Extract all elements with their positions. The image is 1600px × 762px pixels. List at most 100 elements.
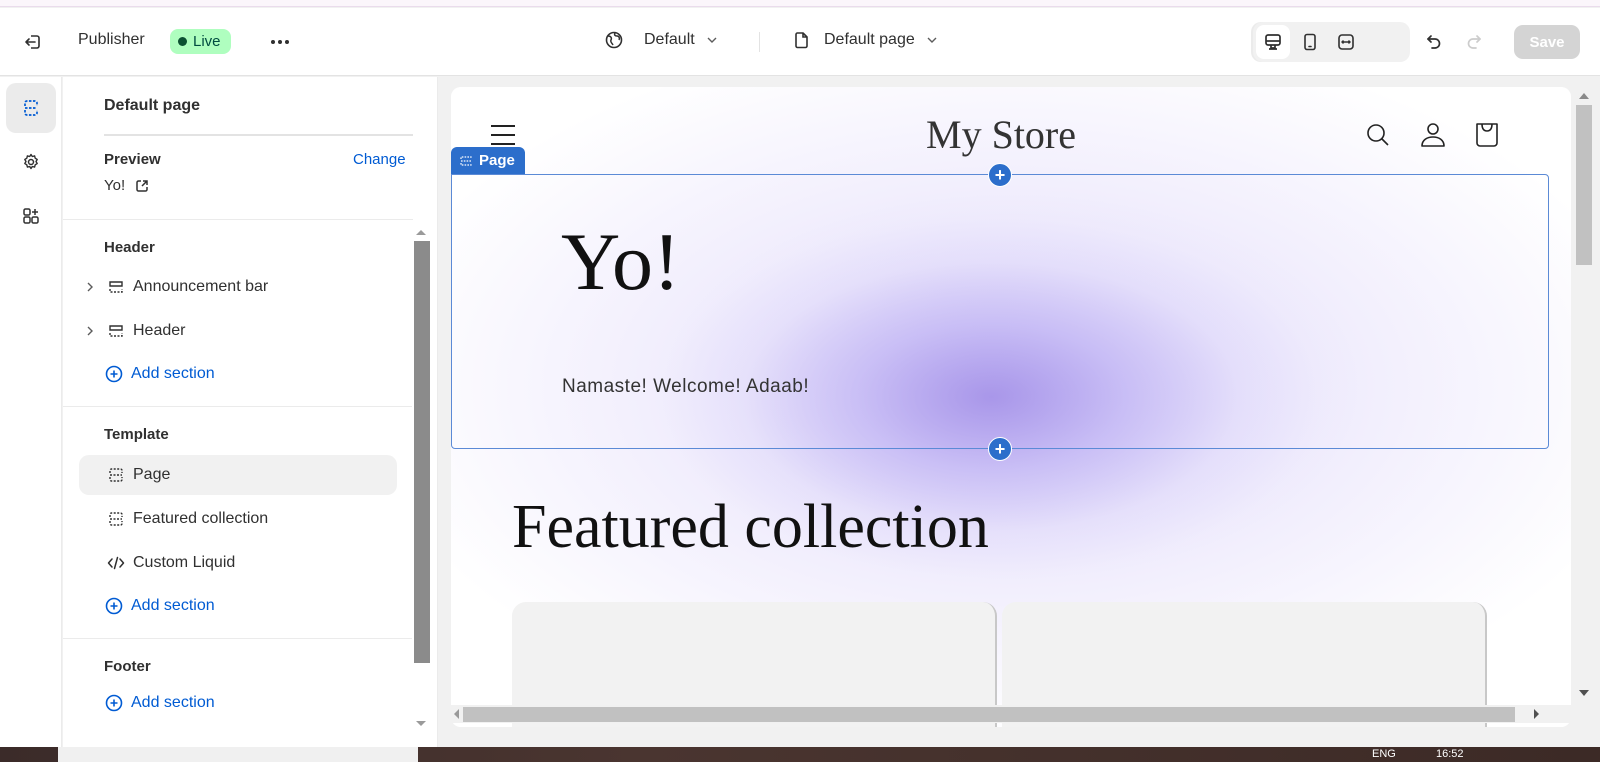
desktop-view-button[interactable] [1256, 25, 1290, 59]
template-group-title: Template [104, 426, 169, 443]
plus-circle-icon [105, 694, 123, 712]
header-group-title: Header [104, 239, 155, 256]
tree-item-label: Header [133, 322, 186, 339]
section-icon [460, 155, 472, 166]
section-icon [105, 322, 127, 340]
tree-item-label: Custom Liquid [133, 554, 236, 571]
store-search-button[interactable] [1364, 121, 1392, 149]
settings-icon [24, 153, 38, 170]
cart-icon [1476, 123, 1498, 147]
store-account-button[interactable] [1419, 121, 1447, 149]
theme-selector-label: Default [644, 31, 695, 48]
footer-group-title: Footer [104, 658, 151, 675]
divider [63, 406, 413, 407]
preview-horizontal-scrollbar-thumb[interactable] [463, 707, 1515, 722]
tree-item-page[interactable]: Page [79, 455, 397, 495]
chevron-right-icon[interactable] [79, 325, 101, 337]
editor-topbar: Publisher Live Default Default page Save [0, 8, 1600, 76]
scroll-up-arrow-icon[interactable] [416, 230, 426, 235]
template-add-section-button[interactable]: Add section [105, 597, 215, 615]
scroll-down-arrow-icon[interactable] [1579, 690, 1589, 696]
undo-button[interactable] [1417, 25, 1451, 59]
app-name: Publisher [78, 31, 145, 48]
search-icon [1367, 124, 1389, 146]
mobile-view-button[interactable] [1293, 25, 1327, 59]
os-taskbar: ENG 16:52 [0, 747, 1600, 762]
add-section-below-button[interactable]: + [988, 437, 1012, 461]
rail-apps-button[interactable] [6, 191, 56, 241]
more-actions-button[interactable] [263, 25, 297, 59]
plus-circle-icon [105, 597, 123, 615]
theme-selector[interactable]: Default [604, 30, 719, 50]
chevron-down-icon [707, 37, 717, 43]
preview-vertical-scrollbar[interactable] [1573, 87, 1595, 727]
globe-icon [605, 31, 623, 49]
exit-button[interactable] [16, 25, 50, 59]
apps-icon [23, 208, 39, 224]
divider [759, 32, 760, 52]
page-content-text[interactable]: Namaste! Welcome! Adaab! [562, 376, 809, 398]
account-icon [1421, 123, 1445, 147]
rail-settings-button[interactable] [6, 137, 56, 187]
mobile-icon [1304, 33, 1316, 51]
add-section-label: Add section [131, 694, 215, 711]
sections-panel: Default page Preview Change Yo! Header A… [63, 77, 438, 747]
tree-item-custom-liquid[interactable]: Custom Liquid [79, 543, 397, 583]
language-indicator[interactable]: ENG [1372, 748, 1396, 760]
page-selector-label: Default page [824, 31, 915, 48]
tree-item-label: Announcement bar [133, 278, 269, 295]
live-dot-icon [178, 37, 187, 46]
ellipsis-icon [271, 40, 289, 44]
chevron-right-icon[interactable] [79, 281, 101, 293]
header-add-section-button[interactable]: Add section [105, 365, 215, 383]
section-icon [105, 278, 127, 296]
change-preview-link[interactable]: Change [353, 151, 406, 168]
plus-circle-icon [105, 365, 123, 383]
store-cart-button[interactable] [1473, 121, 1501, 149]
window-top-edge [0, 0, 1600, 7]
plus-icon: + [994, 164, 1006, 185]
code-icon [105, 554, 127, 572]
scroll-down-arrow-icon[interactable] [416, 721, 426, 726]
preview-vertical-scrollbar-thumb[interactable] [1576, 105, 1592, 265]
plus-icon: + [994, 438, 1006, 459]
scroll-left-arrow-icon[interactable] [454, 709, 459, 719]
chevron-down-icon [927, 37, 937, 43]
selected-section-tag[interactable]: Page [451, 147, 525, 174]
external-link-icon[interactable] [135, 179, 149, 193]
page-heading[interactable]: Yo! [561, 215, 680, 309]
panel-title: Default page [104, 97, 201, 114]
tree-item-featured-collection[interactable]: Featured collection [79, 499, 397, 539]
viewport-switcher [1253, 22, 1410, 62]
clock[interactable]: 16:52 [1436, 748, 1464, 760]
page-selector[interactable]: Default page [792, 30, 939, 50]
tree-item-announcement-bar[interactable]: Announcement bar [79, 267, 397, 307]
rail-sections-button[interactable] [6, 83, 56, 133]
undo-icon [1427, 35, 1441, 49]
preview-canvas: My Store Page + + Yo! Namaste! Welcome! … [439, 77, 1600, 747]
scroll-right-arrow-icon[interactable] [1534, 709, 1539, 719]
preview-value[interactable]: Yo! [104, 177, 149, 194]
tree-item-label: Featured collection [133, 510, 269, 527]
redo-button[interactable] [1457, 25, 1491, 59]
scroll-up-arrow-icon[interactable] [1579, 93, 1589, 99]
taskbar-search-box[interactable] [58, 747, 418, 762]
status-badge: Live [170, 29, 231, 54]
add-section-label: Add section [131, 365, 215, 382]
tree-item-header[interactable]: Header [79, 311, 397, 351]
tree-item-label: Page [133, 466, 171, 483]
selected-section-tag-label: Page [479, 152, 515, 169]
panel-scrollbar-thumb[interactable] [414, 241, 430, 663]
preview-label: Preview [104, 151, 161, 168]
preview-horizontal-scrollbar[interactable] [451, 705, 1573, 723]
featured-collection-heading[interactable]: Featured collection [512, 492, 989, 563]
add-section-above-button[interactable]: + [988, 163, 1012, 187]
redo-icon [1467, 35, 1481, 49]
full-width-button[interactable] [1329, 25, 1363, 59]
panel-scrollbar[interactable] [412, 225, 430, 735]
divider [63, 219, 413, 220]
page-icon [795, 32, 808, 49]
save-button[interactable]: Save [1514, 25, 1580, 59]
footer-add-section-button[interactable]: Add section [105, 694, 215, 712]
left-rail [0, 77, 62, 747]
